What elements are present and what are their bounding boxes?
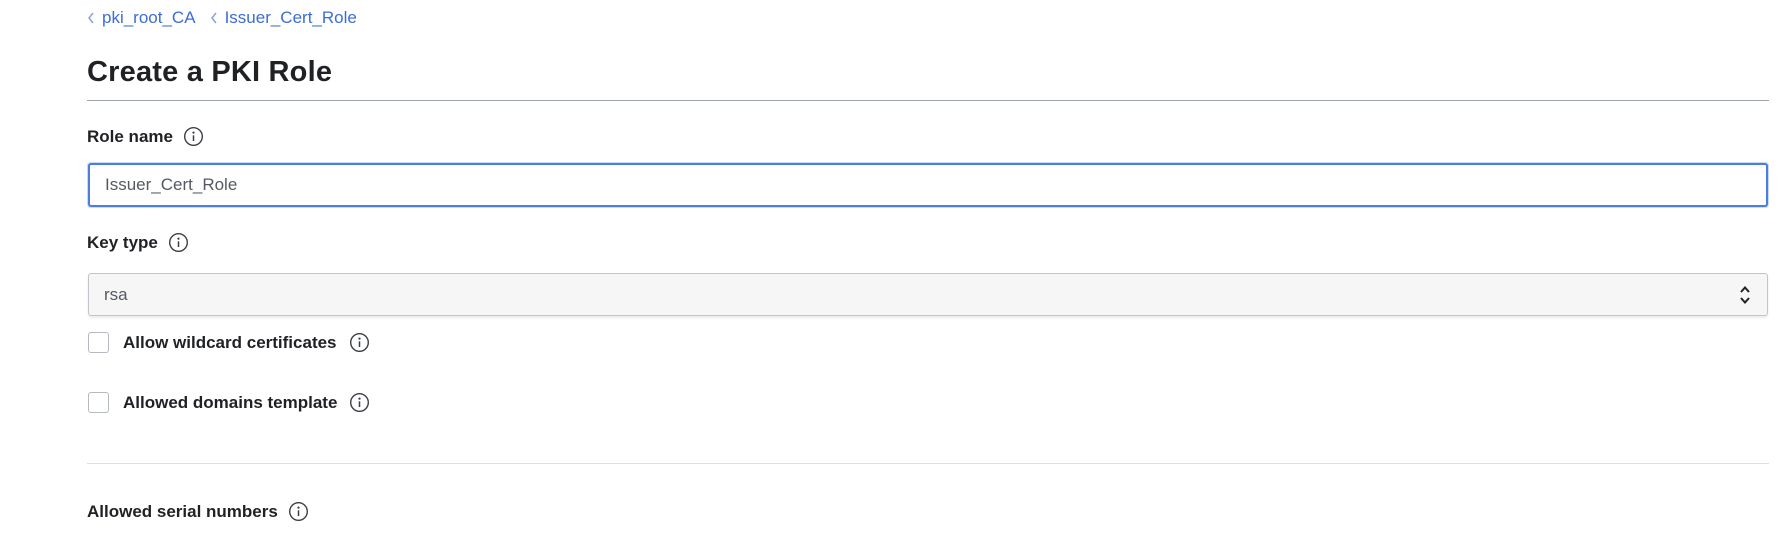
breadcrumb: pki_root_CA Issuer_Cert_Role (87, 8, 357, 28)
key-type-selected-value: rsa (104, 284, 128, 304)
allow-wildcard-checkbox[interactable] (88, 332, 109, 353)
breadcrumb-link-issuer-cert-role[interactable]: Issuer_Cert_Role (210, 8, 357, 28)
info-icon[interactable] (349, 332, 370, 353)
breadcrumb-label: Issuer_Cert_Role (224, 8, 357, 27)
info-icon[interactable] (288, 501, 309, 522)
chevron-left-icon (87, 12, 95, 24)
allowed-domains-template-label: Allowed domains template (123, 392, 338, 412)
role-name-label: Role name (87, 126, 204, 147)
allowed-domains-template-label-wrap: Allowed domains template (123, 392, 370, 413)
info-icon[interactable] (168, 232, 189, 253)
allowed-serial-numbers-label-text: Allowed serial numbers (87, 501, 278, 521)
role-name-label-text: Role name (87, 126, 173, 146)
title-divider (87, 100, 1769, 101)
info-icon[interactable] (183, 126, 204, 147)
breadcrumb-label: pki_root_CA (102, 8, 196, 27)
breadcrumb-link-pki-root-ca[interactable]: pki_root_CA (87, 8, 196, 28)
allowed-domains-template-row: Allowed domains template (88, 392, 370, 413)
role-name-input[interactable] (88, 163, 1768, 207)
allow-wildcard-label-wrap: Allow wildcard certificates (123, 332, 370, 353)
key-type-label-text: Key type (87, 232, 158, 252)
allowed-serial-numbers-label: Allowed serial numbers (87, 501, 309, 522)
select-arrows-icon (1738, 282, 1752, 308)
section-divider (87, 463, 1769, 464)
allowed-domains-template-checkbox[interactable] (88, 392, 109, 413)
create-pki-role-page: pki_root_CA Issuer_Cert_Role Create a PK… (0, 0, 1780, 543)
allow-wildcard-label: Allow wildcard certificates (123, 332, 337, 352)
allow-wildcard-row: Allow wildcard certificates (88, 332, 370, 353)
chevron-left-icon (210, 12, 218, 24)
key-type-select[interactable]: rsa (88, 273, 1768, 316)
key-type-label: Key type (87, 232, 189, 253)
info-icon[interactable] (349, 392, 370, 413)
page-title: Create a PKI Role (87, 56, 333, 88)
